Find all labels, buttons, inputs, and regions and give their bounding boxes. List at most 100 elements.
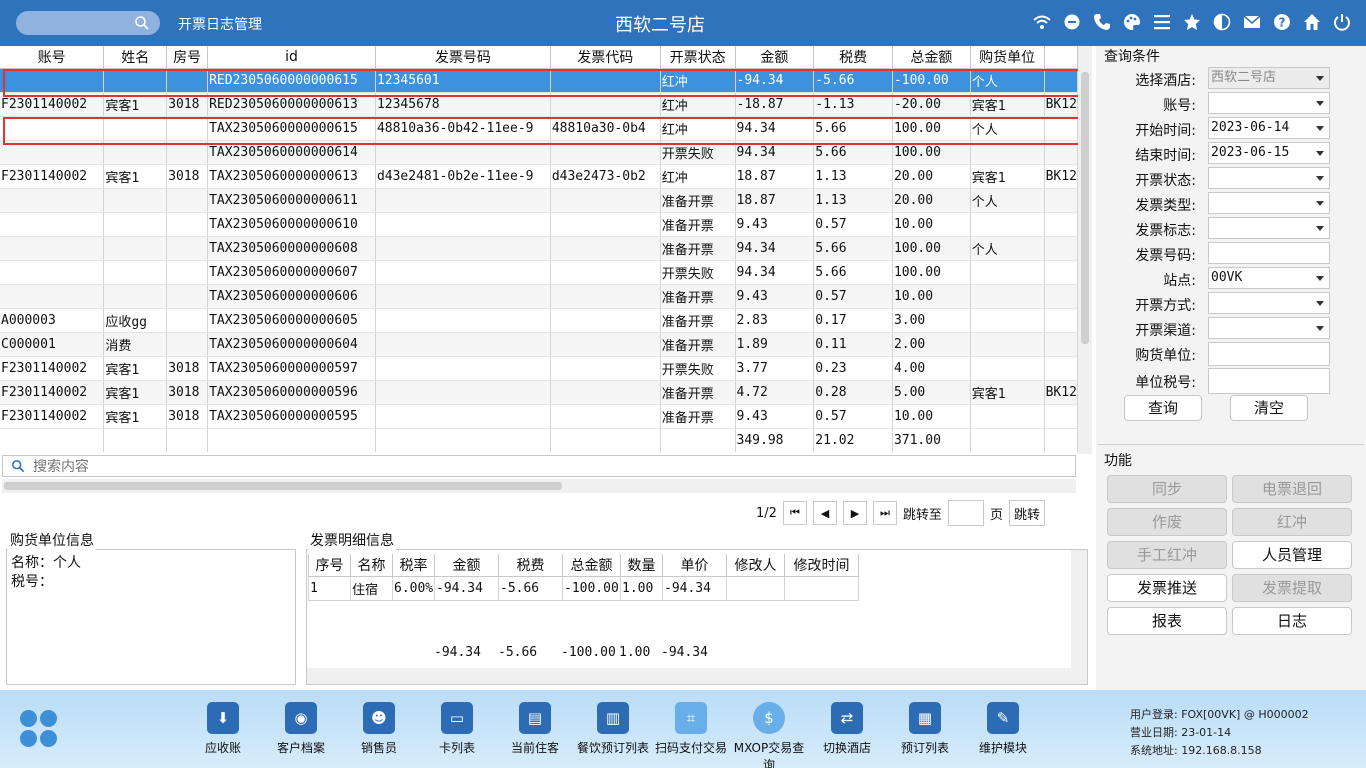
first-page-button[interactable]: ⏮ (782, 501, 807, 525)
column-header[interactable]: 税费 (813, 46, 893, 69)
hotel-select[interactable]: 西软二号店 (1208, 67, 1330, 89)
footer-salesperson[interactable]: ☻ 销售员 (339, 702, 419, 756)
grid-vertical-scrollbar[interactable] (1078, 46, 1092, 454)
column-header[interactable]: 购货单位 (970, 46, 1045, 69)
table-row[interactable]: TAX2305060000000614 开票失败 94.34 5.66 100.00 (0, 140, 1078, 165)
start-time-picker[interactable]: 2023-06-14 (1208, 117, 1330, 139)
column-header[interactable]: 姓名 (103, 46, 168, 69)
footer-booking-list[interactable]: ▦ 预订列表 (885, 702, 965, 756)
footer-qr-payment[interactable]: ⌗ 扫码支付交易 (651, 702, 731, 756)
table-row[interactable]: RED2305060000000615 12345601 红冲 -94.34 -5.66… (0, 68, 1078, 93)
table-row[interactable]: A000003 应收gg TAX2305060000000605 准备开票 2.83 0.… (0, 308, 1078, 333)
detail-column-header[interactable]: 修改人 (726, 554, 785, 577)
footer-current-guests[interactable]: ▤ 当前住客 (495, 702, 575, 756)
mail-icon[interactable] (1242, 12, 1262, 32)
clear-button[interactable]: 清空 (1230, 395, 1308, 421)
column-header[interactable]: id (207, 46, 376, 69)
table-row[interactable]: F2301140002 宾客1 3018 TAX2305060000000613 d43… (0, 164, 1078, 189)
column-header[interactable]: 房号 (166, 46, 209, 69)
detail-column-header[interactable]: 序号 (308, 554, 351, 577)
table-row[interactable]: F2301140002 宾客1 3018 RED2305060000000613 123… (0, 92, 1078, 117)
table-row[interactable]: TAX2305060000000615 48810a36-0b42-11ee-9 4… (0, 116, 1078, 141)
global-search[interactable] (16, 11, 160, 35)
void-button[interactable]: 作废 (1107, 508, 1227, 536)
grid-filter[interactable] (2, 455, 1076, 477)
detail-column-header[interactable]: 总金额 (562, 554, 621, 577)
table-row[interactable]: F2301140002 宾客1 3018 TAX2305060000000596 准备开… (0, 380, 1078, 405)
search-icon[interactable] (134, 15, 150, 31)
detail-column-header[interactable]: 税率 (392, 554, 435, 577)
detail-row[interactable]: 1 住宿 6.00% -94.34 -5.66 -100.00 1.00 -94.34 (308, 575, 859, 601)
station-select[interactable]: 00VK (1208, 267, 1330, 289)
red-reverse-button[interactable]: 红冲 (1232, 508, 1352, 536)
report-button[interactable]: 报表 (1107, 607, 1227, 635)
manual-red-reverse-button[interactable]: 手工红冲 (1107, 541, 1227, 569)
table-row[interactable]: TAX2305060000000608 准备开票 94.34 5.66 100.00 个人 (0, 236, 1078, 261)
menu-icon[interactable] (1152, 12, 1172, 32)
issue-channel-select[interactable] (1208, 317, 1330, 339)
column-header[interactable]: 金额 (735, 46, 815, 69)
footer-card-list[interactable]: ▭ 卡列表 (417, 702, 497, 756)
grid-horizontal-scrollbar[interactable] (2, 479, 1076, 493)
jump-page-input[interactable] (947, 500, 984, 526)
prev-page-button[interactable]: ◀ (812, 501, 837, 525)
next-page-button[interactable]: ▶ (842, 501, 867, 525)
wifi-icon[interactable] (1032, 12, 1052, 32)
scroll-thumb[interactable] (1081, 72, 1089, 344)
footer-mxop-query[interactable]: $ MXOP交易查询 (729, 702, 809, 768)
query-button[interactable]: 查询 (1124, 395, 1202, 421)
invoice-extract-button[interactable]: 发票提取 (1232, 574, 1352, 602)
last-page-button[interactable]: ⏭ (872, 501, 897, 525)
table-row[interactable]: TAX2305060000000611 准备开票 18.87 1.13 20.00 个人 (0, 188, 1078, 213)
table-row[interactable]: F2301140002 宾客1 3018 TAX2305060000000595 准备开… (0, 404, 1078, 429)
invoice-push-button[interactable]: 发票推送 (1107, 574, 1227, 602)
end-time-picker[interactable]: 2023-06-15 (1208, 142, 1330, 164)
footer-dining-reservations[interactable]: ▥ 餐饮预订列表 (573, 702, 653, 756)
detail-horizontal-scrollbar[interactable] (307, 668, 1087, 684)
star-icon[interactable] (1182, 12, 1202, 32)
footer-receivables[interactable]: ⬇ 应收账 (183, 702, 263, 756)
detail-column-header[interactable]: 金额 (434, 554, 499, 577)
scroll-thumb[interactable] (4, 482, 562, 490)
column-header[interactable] (1044, 46, 1078, 69)
phone-icon[interactable] (1092, 12, 1112, 32)
detail-column-header[interactable]: 单价 (662, 554, 727, 577)
global-search-input[interactable] (28, 14, 138, 32)
jump-button[interactable]: 跳转 (1008, 500, 1045, 526)
palette-icon[interactable] (1122, 12, 1142, 32)
detail-vertical-scrollbar[interactable] (1071, 550, 1087, 668)
invoice-type-select[interactable] (1208, 192, 1330, 214)
home-icon[interactable] (1302, 12, 1322, 32)
table-row[interactable]: TAX2305060000000610 准备开票 9.43 0.57 10.00 (0, 212, 1078, 237)
column-header[interactable]: 账号 (0, 46, 105, 69)
power-icon[interactable] (1332, 12, 1352, 32)
account-select[interactable] (1208, 92, 1330, 114)
status-select[interactable] (1208, 167, 1330, 189)
detail-column-header[interactable]: 税费 (498, 554, 563, 577)
chat-icon[interactable] (1062, 12, 1082, 32)
e-invoice-return-button[interactable]: 电票退回 (1232, 475, 1352, 503)
detail-column-header[interactable]: 名称 (350, 554, 393, 577)
contrast-icon[interactable] (1212, 12, 1232, 32)
footer-switch-hotel[interactable]: ⇄ 切换酒店 (807, 702, 887, 756)
grid-filter-input[interactable] (33, 457, 1033, 475)
footer-maintenance[interactable]: ✎ 维护模块 (963, 702, 1043, 756)
staff-management-button[interactable]: 人员管理 (1232, 541, 1352, 569)
issue-method-select[interactable] (1208, 292, 1330, 314)
help-icon[interactable]: ? (1272, 12, 1292, 32)
table-row[interactable]: TAX2305060000000607 开票失败 94.34 5.66 100.00 (0, 260, 1078, 285)
log-button[interactable]: 日志 (1232, 607, 1352, 635)
buyer-unit-input[interactable] (1208, 342, 1330, 366)
sync-button[interactable]: 同步 (1107, 475, 1227, 503)
invoice-flag-select[interactable] (1208, 217, 1330, 239)
column-header[interactable]: 总金额 (892, 46, 971, 69)
unit-tax-number-input[interactable] (1208, 368, 1330, 394)
invoice-number-input[interactable] (1208, 242, 1330, 264)
detail-column-header[interactable]: 修改时间 (784, 554, 859, 577)
footer-customer-profile[interactable]: ◉ 客户档案 (261, 702, 341, 756)
table-row[interactable]: C000001 消费 TAX2305060000000604 准备开票 1.89 0.11… (0, 332, 1078, 357)
column-header[interactable]: 发票号码 (375, 46, 551, 69)
table-row[interactable]: TAX2305060000000606 准备开票 9.43 0.57 10.00 (0, 284, 1078, 309)
column-header[interactable]: 开票状态 (660, 46, 736, 69)
detail-column-header[interactable]: 数量 (620, 554, 663, 577)
